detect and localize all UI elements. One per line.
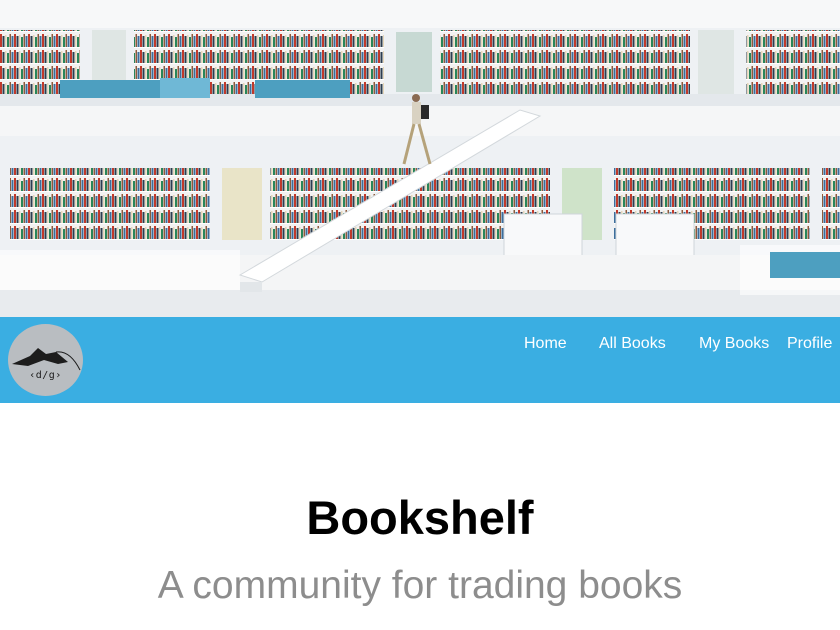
top-navbar: ‹d/g› Home All Books My Books Profile	[0, 317, 840, 403]
page-subtitle: A community for trading books	[157, 564, 683, 607]
nav-link-home[interactable]: Home	[524, 335, 567, 353]
site-logo[interactable]: ‹d/g›	[8, 324, 83, 396]
logo-text: ‹d/g›	[29, 370, 62, 381]
mountain-logo-icon	[12, 348, 81, 371]
nav-link-my-books[interactable]: My Books	[699, 335, 769, 353]
hero-library-image	[0, 0, 840, 317]
page-title: Bookshelf	[306, 491, 534, 544]
nav-link-profile[interactable]: Profile	[787, 335, 832, 353]
nav-link-all-books[interactable]: All Books	[599, 335, 666, 353]
